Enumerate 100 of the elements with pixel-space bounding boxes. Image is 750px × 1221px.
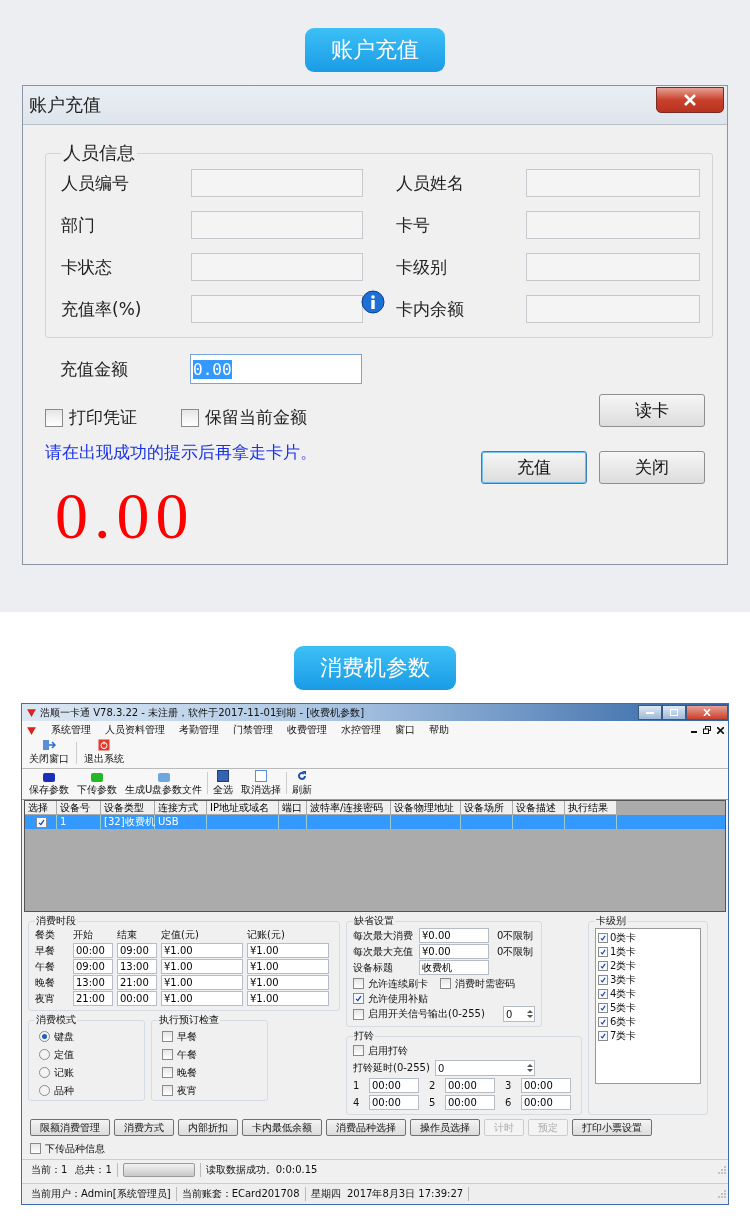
checkbox[interactable] bbox=[45, 408, 63, 427]
close-button[interactable] bbox=[686, 705, 728, 720]
input-field[interactable]: 13:00 bbox=[117, 959, 157, 974]
resize-grip-icon[interactable] bbox=[718, 1165, 726, 1174]
input-field[interactable] bbox=[191, 295, 363, 323]
checkbox[interactable] bbox=[30, 1143, 41, 1154]
input-field[interactable]: ¥0.00 bbox=[419, 928, 489, 943]
input-field[interactable]: 13:00 bbox=[73, 975, 113, 990]
checkbox[interactable] bbox=[353, 1045, 364, 1056]
menu-item[interactable]: 门禁管理 bbox=[233, 723, 273, 737]
checkbox[interactable] bbox=[353, 993, 364, 1004]
checkbox[interactable] bbox=[181, 408, 199, 427]
menu-item[interactable]: 帮助 bbox=[429, 723, 449, 737]
input-field[interactable]: 00:00 bbox=[369, 1078, 419, 1093]
input-field[interactable]: ¥1.00 bbox=[161, 959, 243, 974]
input-field[interactable]: ¥1.00 bbox=[161, 943, 243, 958]
input-field[interactable]: ¥1.00 bbox=[161, 975, 243, 990]
dialog-button[interactable]: 读卡 bbox=[599, 394, 705, 427]
toolbar-button[interactable]: 生成U盘参数文件 bbox=[122, 773, 206, 797]
list-item[interactable]: 7类卡 bbox=[610, 1029, 637, 1043]
column-header[interactable]: 设备类型 bbox=[101, 801, 155, 815]
toolbar-button[interactable]: 全选 bbox=[210, 770, 237, 797]
checkbox[interactable] bbox=[353, 978, 364, 989]
input-field[interactable]: ¥1.00 bbox=[247, 959, 329, 974]
checkbox[interactable] bbox=[598, 1031, 608, 1041]
toolbar-button[interactable]: 下传参数 bbox=[74, 773, 120, 797]
input-field[interactable]: 收费机 bbox=[419, 960, 489, 975]
column-header[interactable]: 波特率/连接密码 bbox=[307, 801, 391, 815]
input-field[interactable]: 00:00 bbox=[369, 1095, 419, 1110]
maximize-button[interactable] bbox=[662, 705, 686, 720]
checkbox[interactable] bbox=[162, 1085, 173, 1096]
checkbox[interactable] bbox=[162, 1049, 173, 1060]
action-button[interactable]: 打印小票设置 bbox=[572, 1119, 652, 1136]
input-field[interactable]: 09:00 bbox=[117, 943, 157, 958]
input-field[interactable]: ¥1.00 bbox=[247, 991, 329, 1006]
menu-item[interactable]: 窗口 bbox=[395, 723, 415, 737]
checkbox[interactable] bbox=[440, 978, 451, 989]
input-field[interactable]: 09:00 bbox=[73, 959, 113, 974]
input-field[interactable] bbox=[191, 253, 363, 281]
checkbox[interactable] bbox=[598, 989, 608, 999]
radio-button[interactable] bbox=[39, 1067, 50, 1078]
list-item[interactable]: 2类卡 bbox=[610, 959, 637, 973]
radio-button[interactable] bbox=[39, 1031, 50, 1042]
input-field[interactable]: 00:00 bbox=[73, 943, 113, 958]
input-field[interactable] bbox=[526, 253, 700, 281]
restore-icon[interactable] bbox=[703, 726, 711, 734]
spin-arrows-icon[interactable] bbox=[526, 1062, 534, 1074]
menu-item[interactable]: 收费管理 bbox=[287, 723, 327, 737]
list-item[interactable]: 1类卡 bbox=[610, 945, 637, 959]
input-field[interactable]: 00:00 bbox=[521, 1095, 571, 1110]
action-button[interactable]: 消费方式 bbox=[114, 1119, 174, 1136]
list-item[interactable]: 5类卡 bbox=[610, 1001, 637, 1015]
input-field[interactable]: 00:00 bbox=[521, 1078, 571, 1093]
toolbar-button[interactable]: 关闭窗口 bbox=[26, 739, 72, 766]
input-field[interactable] bbox=[526, 211, 700, 239]
action-button[interactable]: 消费品种选择 bbox=[326, 1119, 406, 1136]
minimize-button[interactable] bbox=[638, 705, 662, 720]
column-header[interactable]: 设备描述 bbox=[513, 801, 565, 815]
checkbox[interactable] bbox=[162, 1067, 173, 1078]
checkbox[interactable] bbox=[162, 1031, 173, 1042]
action-button[interactable]: 限额消费管理 bbox=[30, 1119, 110, 1136]
menu-item[interactable]: 人员资料管理 bbox=[105, 723, 165, 737]
column-header[interactable]: 设备场所 bbox=[461, 801, 513, 815]
input-field[interactable] bbox=[191, 169, 363, 197]
column-header[interactable]: 设备号 bbox=[57, 801, 101, 815]
input-field[interactable]: ¥1.00 bbox=[247, 975, 329, 990]
list-item[interactable]: 4类卡 bbox=[610, 987, 637, 1001]
column-header[interactable]: 执行结果 bbox=[565, 801, 617, 815]
checkbox[interactable] bbox=[598, 1017, 608, 1027]
info-icon[interactable] bbox=[361, 290, 385, 314]
menu-item[interactable]: 系统管理 bbox=[51, 723, 91, 737]
close-button[interactable] bbox=[656, 87, 724, 113]
menu-item[interactable]: 水控管理 bbox=[341, 723, 381, 737]
input-field[interactable]: ¥0.00 bbox=[419, 944, 489, 959]
column-header[interactable]: 设备物理地址 bbox=[391, 801, 461, 815]
column-header[interactable]: IP地址或域名 bbox=[207, 801, 279, 815]
toolbar-button[interactable]: 退出系统 bbox=[81, 739, 127, 766]
radio-button[interactable] bbox=[39, 1085, 50, 1096]
checkbox[interactable] bbox=[36, 816, 47, 828]
radio-button[interactable] bbox=[39, 1049, 50, 1060]
input-field[interactable] bbox=[191, 211, 363, 239]
toolbar-button[interactable]: 保存参数 bbox=[26, 773, 72, 797]
checkbox[interactable] bbox=[598, 947, 608, 957]
toolbar-button[interactable]: 刷新 bbox=[289, 770, 316, 797]
toolbar-button[interactable]: 取消选择 bbox=[238, 770, 285, 797]
input-field[interactable]: 00:00 bbox=[445, 1095, 495, 1110]
menu-item[interactable]: 考勤管理 bbox=[179, 723, 219, 737]
input-field[interactable] bbox=[526, 169, 700, 197]
spin-arrows-icon[interactable] bbox=[526, 1008, 534, 1020]
action-button[interactable]: 内部折扣 bbox=[178, 1119, 238, 1136]
action-button[interactable]: 卡内最低余额 bbox=[242, 1119, 322, 1136]
list-item[interactable]: 0类卡 bbox=[610, 931, 637, 945]
input-field[interactable]: 00:00 bbox=[445, 1078, 495, 1093]
column-header[interactable]: 选择 bbox=[25, 801, 57, 815]
close-icon[interactable] bbox=[717, 726, 724, 734]
input-field[interactable]: ¥1.00 bbox=[247, 943, 329, 958]
input-field[interactable]: 21:00 bbox=[117, 975, 157, 990]
input-field[interactable]: 00:00 bbox=[117, 991, 157, 1006]
dialog-button[interactable]: 关闭 bbox=[599, 451, 705, 484]
list-item[interactable]: 3类卡 bbox=[610, 973, 637, 987]
